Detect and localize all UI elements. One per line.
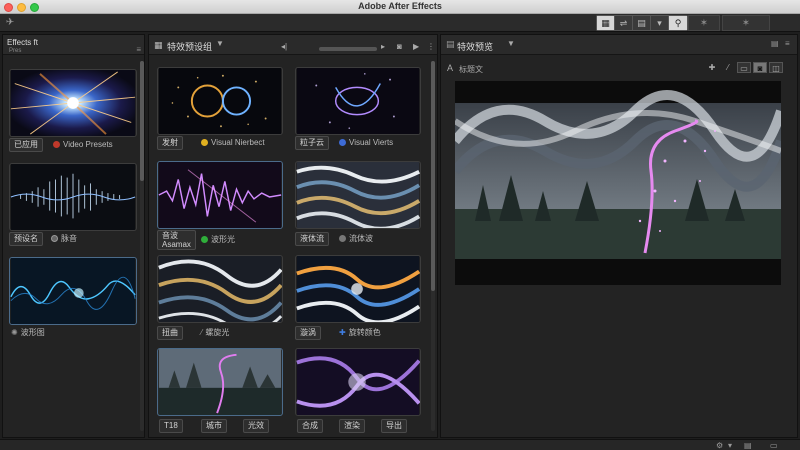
split-icon[interactable]: ⇌	[615, 16, 633, 30]
list-icon[interactable]: ▤	[744, 440, 752, 450]
layers-icon[interactable]: ▤	[633, 16, 651, 30]
list-icon[interactable]: ▤	[771, 39, 779, 48]
effect-caption: ✺ 波形图	[11, 328, 45, 337]
chevron-down-icon[interactable]: ▼	[507, 39, 515, 48]
menu-icon[interactable]: ≡	[785, 39, 790, 48]
preset-chip[interactable]: 导出	[381, 419, 407, 433]
search-icon[interactable]: ⚲	[669, 16, 687, 30]
preset-chip[interactable]: 光效	[243, 419, 269, 433]
red-dot-icon	[53, 141, 60, 148]
preview-panel-header: ▤ 特效预览 ▼ ▤ ≡	[441, 35, 797, 55]
effect-caption: Video Presets	[53, 138, 113, 152]
more-icon[interactable]: ⋮	[427, 42, 435, 51]
preset-chip[interactable]: 液体流	[295, 232, 329, 246]
yellow-dot-icon	[201, 139, 208, 146]
filter-icon[interactable]: ▾	[651, 16, 669, 30]
preview-panel-title[interactable]: 特效预览	[457, 40, 493, 53]
channel-icon[interactable]: ◫	[769, 62, 783, 73]
preview-image	[455, 90, 781, 259]
window-title-bar: Adobe After Effects	[0, 0, 800, 14]
panel-menu-icon[interactable]: ≡	[136, 45, 141, 54]
preview-viewer[interactable]	[455, 81, 781, 285]
grid-icon: ▦	[154, 40, 163, 50]
star-icon[interactable]: ✶	[688, 15, 720, 31]
caret-icon[interactable]: ▾	[728, 440, 732, 450]
grid-panel-title[interactable]: 特效预设组	[167, 40, 212, 53]
spinner-icon: ✺	[11, 328, 18, 337]
preset-thumb-particle-cloud[interactable]	[295, 67, 421, 135]
preset-caption: Visual Vierts	[339, 136, 393, 150]
preview-panel: ▤ 特效预览 ▼ ▤ ≡ A 标题文 ✚ ⁄ ▭ ◙ ◫	[440, 34, 798, 438]
effects-scrollbar-thumb[interactable]	[140, 61, 144, 181]
preset-thumb-city-light[interactable]	[157, 348, 283, 416]
preset-caption: ⁄ 螺旋光	[201, 328, 230, 337]
settings-icon[interactable]: ⚙	[716, 440, 723, 450]
preset-caption: Visual Nierbect	[201, 136, 265, 150]
effects-tab[interactable]: Effects ft	[7, 38, 38, 47]
preset-chip[interactable]: 城市	[201, 419, 227, 433]
grid-panel-header: ▦ 特效预设组 ▼ ◂| ▸ ◙ ▶ ⋮	[149, 35, 437, 55]
puzzle-icon: ✚	[339, 328, 346, 337]
timeline-slider[interactable]	[319, 47, 377, 51]
preset-thumb-fluid-waves[interactable]	[295, 161, 421, 229]
camera-icon[interactable]: ◙	[397, 42, 402, 51]
star-icon[interactable]: ✶	[722, 15, 770, 31]
snapshot-icon[interactable]: ◙	[753, 62, 767, 73]
wand-icon: ⁄	[201, 328, 203, 337]
fit-icon[interactable]: ✚	[705, 62, 719, 73]
grid-icon[interactable]: ▭	[737, 62, 751, 73]
preset-chip[interactable]: 发射	[157, 136, 183, 150]
workspace-icon[interactable]: ▦	[597, 16, 615, 30]
preview-tools: ✚ ⁄ ▭ ◙ ◫	[705, 62, 783, 73]
preset-chip[interactable]: 音波 Asamax	[157, 230, 196, 250]
preset-chip[interactable]: T18	[159, 419, 183, 433]
panel-icon[interactable]: ▭	[770, 440, 778, 450]
status-bar: ⚙ ▾ ▤ ▭	[0, 439, 800, 450]
text-icon: A	[447, 63, 454, 73]
preset-chip[interactable]: 扭曲	[157, 326, 183, 340]
mark-icon[interactable]: ▸	[381, 42, 385, 51]
preset-chip[interactable]: 漩涡	[295, 326, 321, 340]
pin-icon[interactable]: ✈	[3, 16, 17, 30]
preset-thumb-particle-rings[interactable]	[157, 67, 283, 135]
preset-thumb-twist[interactable]	[157, 255, 283, 323]
effects-tab-sub: Pres	[9, 48, 22, 54]
presets-grid-panel: ▦ 特效预设组 ▼ ◂| ▸ ◙ ▶ ⋮ 发射 Visual Nierbect	[148, 34, 438, 438]
app-title: Adobe After Effects	[358, 1, 442, 11]
effects-scrollbar[interactable]	[140, 61, 144, 431]
effects-panel: Effects ft Pres ≡ 已应用 Video Presets 预设名 …	[2, 34, 145, 438]
effect-caption: 脉音	[51, 232, 77, 246]
green-dot-icon	[201, 236, 208, 243]
chevron-down-icon[interactable]: ▼	[216, 39, 224, 48]
preset-caption: 波形光	[201, 233, 235, 247]
main-toolbar: ✈ ▦ ⇌ ▤ ▾ ⚲ ✶ ✶	[0, 14, 800, 32]
toolbar-button-group: ▦ ⇌ ▤ ▾ ⚲	[596, 15, 688, 31]
grid-scrollbar[interactable]	[431, 61, 435, 431]
preset-thumb-vortex-color[interactable]	[295, 255, 421, 323]
play-icon[interactable]: ▶	[413, 42, 419, 51]
panel-icon: ▤	[446, 39, 455, 49]
effect-thumb-audio-wave[interactable]	[9, 163, 137, 231]
effect-chip[interactable]: 预设名	[9, 232, 43, 246]
ruler-icon[interactable]: ⁄	[721, 62, 735, 73]
preset-chip[interactable]: 合成	[297, 419, 323, 433]
preset-thumb-wave-light[interactable]	[157, 161, 283, 229]
circle-icon	[51, 235, 58, 242]
preset-thumb-purple-swirl[interactable]	[295, 348, 421, 416]
blue-dot-icon	[339, 139, 346, 146]
preset-caption: 流体波	[339, 232, 373, 246]
preset-chip[interactable]: 粒子云	[295, 136, 329, 150]
effect-chip[interactable]: 已应用	[9, 138, 43, 152]
effects-panel-header: Effects ft Pres ≡	[3, 35, 144, 55]
preset-chip[interactable]: 渲染	[339, 419, 365, 433]
effect-thumb-waveform[interactable]	[9, 257, 137, 325]
grid-scrollbar-thumb[interactable]	[431, 61, 435, 291]
effect-thumb-starburst[interactable]	[9, 69, 137, 137]
step-back-icon[interactable]: ◂|	[281, 42, 287, 51]
preset-caption: ✚ 旋转颜色	[339, 328, 381, 337]
preview-sub-label: 标题文	[459, 65, 483, 74]
gray-dot-icon	[339, 235, 346, 242]
